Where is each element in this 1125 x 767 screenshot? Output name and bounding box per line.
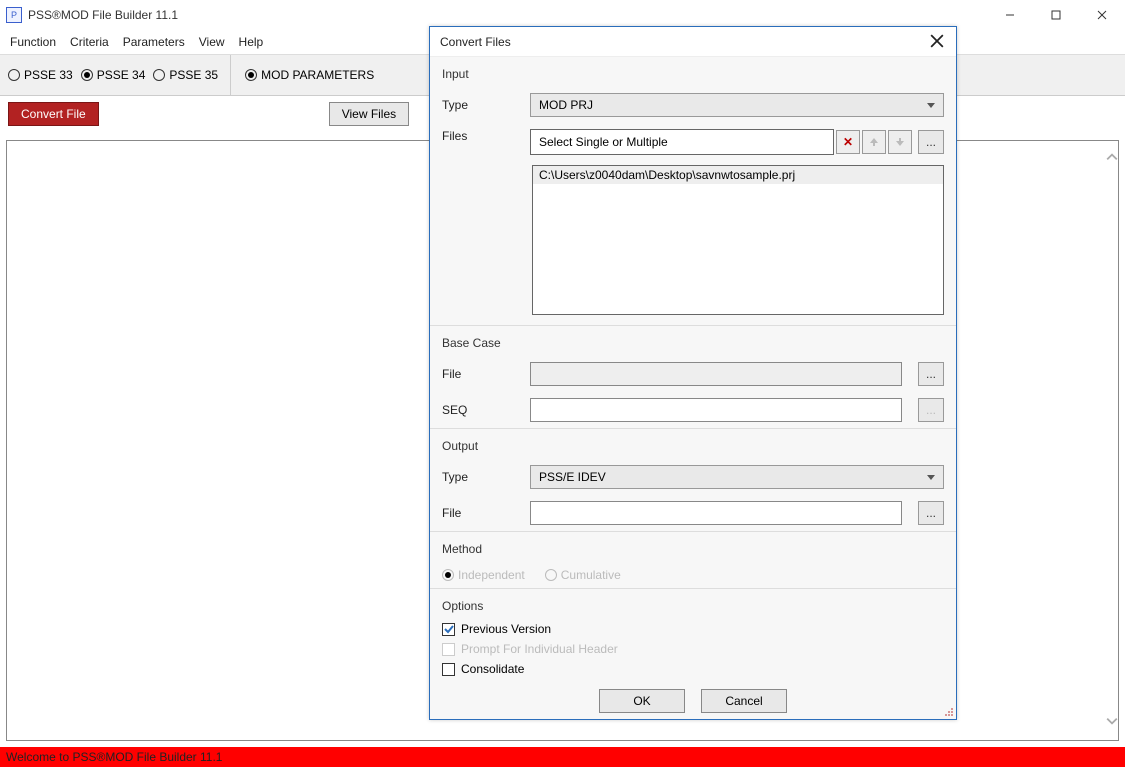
output-file-input[interactable] bbox=[530, 501, 902, 525]
options-heading: Options bbox=[430, 589, 956, 619]
input-heading: Input bbox=[430, 57, 956, 87]
view-files-button[interactable]: View Files bbox=[329, 102, 409, 126]
dialog-close-button[interactable] bbox=[930, 34, 946, 50]
check-prompt-header: Prompt For Individual Header bbox=[430, 639, 956, 659]
browse-files-button[interactable]: ... bbox=[918, 130, 944, 154]
radio-independent: Independent bbox=[442, 568, 525, 582]
output-file-label: File bbox=[442, 506, 520, 520]
basecase-seq-browse[interactable]: ... bbox=[918, 398, 944, 422]
convert-file-button[interactable]: Convert File bbox=[8, 102, 99, 126]
basecase-file-browse[interactable]: ... bbox=[918, 362, 944, 386]
basecase-seq-input[interactable] bbox=[530, 398, 902, 422]
output-file-browse[interactable]: ... bbox=[918, 501, 944, 525]
files-placeholder[interactable]: Select Single or Multiple bbox=[530, 129, 834, 155]
radio-psse33[interactable]: PSSE 33 bbox=[8, 68, 73, 82]
menu-help[interactable]: Help bbox=[239, 35, 264, 49]
close-button[interactable] bbox=[1079, 0, 1125, 30]
check-consolidate[interactable]: Consolidate bbox=[430, 659, 956, 679]
basecase-file-input[interactable] bbox=[530, 362, 902, 386]
input-files-label: Files bbox=[442, 129, 520, 143]
input-type-label: Type bbox=[442, 98, 520, 112]
radio-psse35[interactable]: PSSE 35 bbox=[153, 68, 218, 82]
ok-button[interactable]: OK bbox=[599, 689, 685, 713]
maximize-button[interactable] bbox=[1033, 0, 1079, 30]
scroll-up-icon[interactable] bbox=[1106, 151, 1118, 166]
dialog-titlebar: Convert Files bbox=[430, 27, 956, 57]
list-item[interactable]: C:\Users\z0040dam\Desktop\savnwtosample.… bbox=[533, 166, 943, 184]
output-type-label: Type bbox=[442, 470, 520, 484]
radio-mod-parameters[interactable]: MOD PARAMETERS bbox=[245, 68, 374, 82]
method-heading: Method bbox=[430, 532, 956, 562]
convert-files-dialog: Convert Files Input Type MOD PRJ Files S… bbox=[429, 26, 957, 720]
output-type-select[interactable]: PSS/E IDEV bbox=[530, 465, 944, 489]
basecase-seq-label: SEQ bbox=[442, 403, 520, 417]
radio-psse34[interactable]: PSSE 34 bbox=[81, 68, 146, 82]
menu-function[interactable]: Function bbox=[10, 35, 56, 49]
basecase-file-label: File bbox=[442, 367, 520, 381]
move-down-icon[interactable] bbox=[888, 130, 912, 154]
menu-view[interactable]: View bbox=[199, 35, 225, 49]
dialog-title: Convert Files bbox=[440, 35, 930, 49]
psse-version-group: PSSE 33 PSSE 34 PSSE 35 bbox=[8, 55, 231, 95]
resize-grip-icon[interactable] bbox=[942, 705, 954, 717]
menu-parameters[interactable]: Parameters bbox=[123, 35, 185, 49]
remove-file-icon[interactable]: ✕ bbox=[836, 130, 860, 154]
status-text: Welcome to PSS®MOD File Builder 11.1 bbox=[6, 750, 222, 764]
input-type-select[interactable]: MOD PRJ bbox=[530, 93, 944, 117]
app-icon: P bbox=[6, 7, 22, 23]
minimize-button[interactable] bbox=[987, 0, 1033, 30]
selected-files-list[interactable]: C:\Users\z0040dam\Desktop\savnwtosample.… bbox=[532, 165, 944, 315]
menu-criteria[interactable]: Criteria bbox=[70, 35, 109, 49]
radio-cumulative: Cumulative bbox=[545, 568, 621, 582]
move-up-icon[interactable] bbox=[862, 130, 886, 154]
window-title: PSS®MOD File Builder 11.1 bbox=[28, 8, 178, 22]
statusbar: Welcome to PSS®MOD File Builder 11.1 bbox=[0, 747, 1125, 767]
cancel-button[interactable]: Cancel bbox=[701, 689, 787, 713]
basecase-heading: Base Case bbox=[430, 326, 956, 356]
check-previous-version[interactable]: Previous Version bbox=[430, 619, 956, 639]
scroll-down-icon[interactable] bbox=[1106, 715, 1118, 730]
output-heading: Output bbox=[430, 429, 956, 459]
